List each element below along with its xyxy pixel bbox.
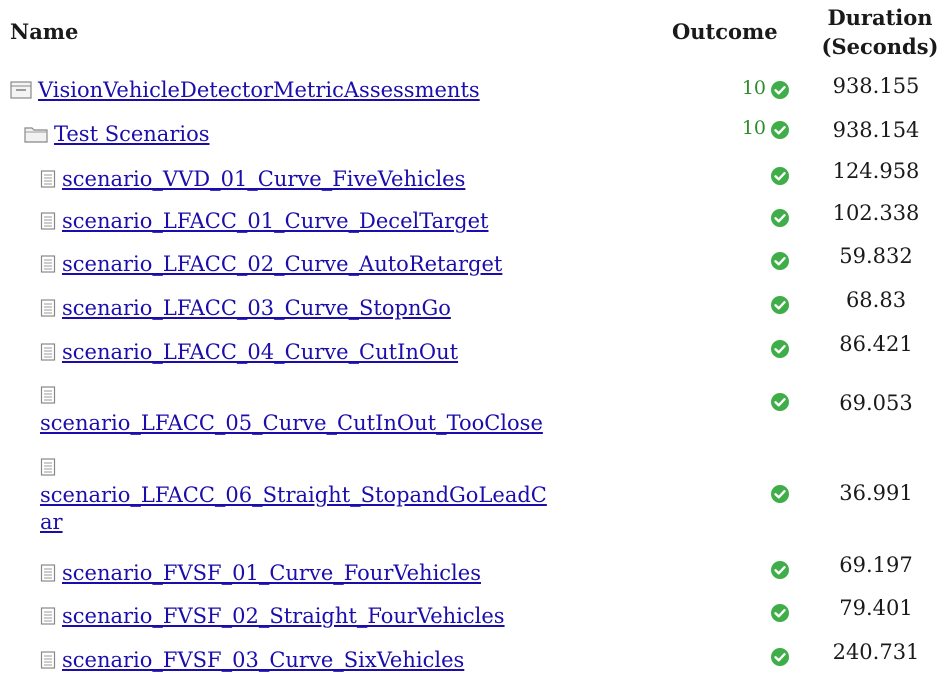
column-header-outcome: Outcome (672, 19, 778, 44)
pass-check-icon (770, 80, 790, 100)
document-icon (40, 386, 56, 404)
link-scenario[interactable]: scenario_FVSF_03_Curve_SixVehicles (62, 648, 464, 672)
duration-value: 938.155 (832, 74, 920, 98)
duration-value: 69.197 (839, 553, 913, 577)
pass-check-icon (770, 339, 790, 359)
duration-value: 68.83 (845, 288, 907, 312)
pass-check-icon (770, 120, 790, 140)
pass-check-icon (770, 560, 790, 580)
document-icon (40, 458, 56, 476)
pass-check-icon (770, 603, 790, 623)
link-scenario[interactable]: scenario_LFACC_01_Curve_DecelTarget (62, 209, 488, 233)
pass-count: 10 (741, 117, 766, 139)
duration-value: 102.338 (832, 201, 920, 225)
duration-value: 240.731 (832, 640, 920, 664)
pass-check-icon (770, 208, 790, 228)
link-scenario[interactable]: scenario_LFACC_04_Curve_CutInOut (62, 340, 458, 364)
pass-check-icon (770, 295, 790, 315)
column-header-duration: Duration (Seconds) (812, 3, 942, 61)
column-header-name: Name (10, 19, 79, 44)
duration-value: 124.958 (832, 159, 920, 183)
duration-value: 69.053 (839, 391, 913, 415)
document-icon (40, 607, 56, 625)
document-icon (40, 651, 56, 669)
folder-icon[interactable] (24, 125, 48, 143)
link-scenario[interactable]: scenario_LFACC_02_Curve_AutoRetarget (62, 252, 502, 276)
duration-label-line1: Duration (827, 5, 933, 30)
document-icon (40, 564, 56, 582)
duration-value: 36.991 (839, 481, 913, 505)
pass-check-icon (770, 484, 790, 504)
pass-count: 10 (741, 77, 766, 99)
pass-check-icon (770, 392, 790, 412)
document-icon (40, 299, 56, 317)
duration-value: 86.421 (839, 332, 913, 356)
link-scenario[interactable]: scenario_FVSF_01_Curve_FourVehicles (62, 561, 481, 585)
link-scenario[interactable]: scenario_LFACC_05_Curve_CutInOut_TooClos… (40, 411, 543, 435)
document-icon (40, 255, 56, 273)
duration-value: 938.154 (832, 118, 920, 142)
pass-check-icon (770, 166, 790, 186)
duration-value: 59.832 (839, 244, 913, 268)
document-icon (40, 212, 56, 230)
link-root-assessments[interactable]: VisionVehicleDetectorMetricAssessments (38, 78, 480, 102)
duration-value: 79.401 (839, 596, 913, 620)
link-line2: ar (40, 510, 63, 534)
duration-label-line2: (Seconds) (821, 34, 939, 59)
collapse-box-icon[interactable] (10, 81, 32, 99)
document-icon (40, 170, 56, 188)
link-scenario[interactable]: scenario_LFACC_06_Straight_StopandGoLead… (40, 483, 547, 534)
link-test-scenarios[interactable]: Test Scenarios (54, 122, 210, 146)
document-icon (40, 343, 56, 361)
pass-check-icon (770, 647, 790, 667)
link-line1: scenario_LFACC_06_Straight_StopandGoLead… (40, 483, 547, 507)
pass-check-icon (770, 251, 790, 271)
link-scenario[interactable]: scenario_LFACC_03_Curve_StopnGo (62, 296, 451, 320)
link-scenario[interactable]: scenario_FVSF_02_Straight_FourVehicles (62, 604, 505, 628)
link-scenario[interactable]: scenario_VVD_01_Curve_FiveVehicles (62, 167, 465, 191)
